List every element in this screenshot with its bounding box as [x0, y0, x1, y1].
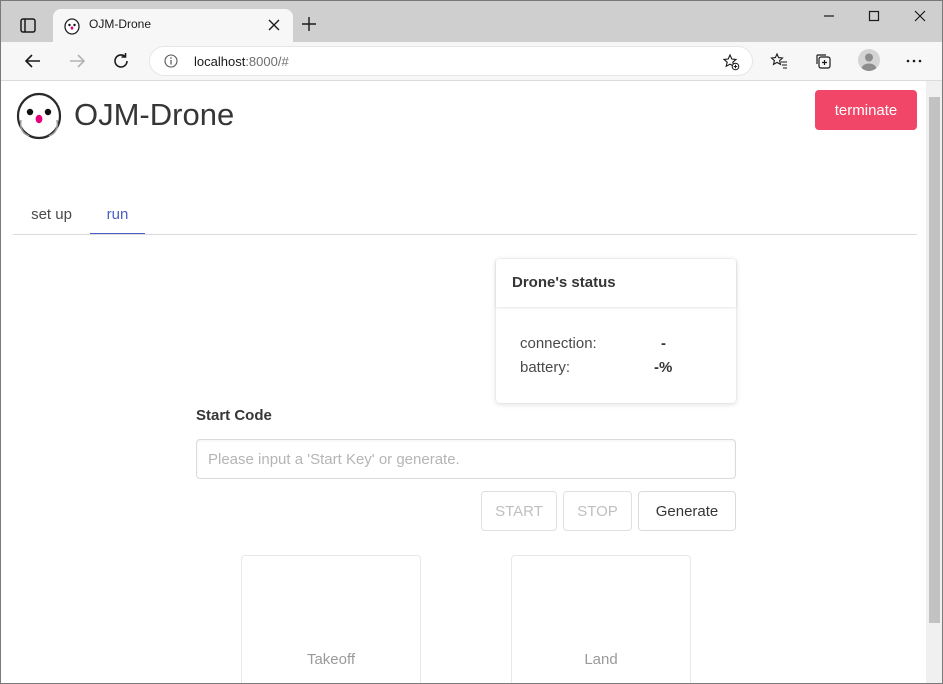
close-tab-icon[interactable] [267, 18, 281, 32]
close-window-icon[interactable] [913, 9, 927, 23]
url-path: :8000/# [245, 54, 289, 69]
profile-avatar-icon[interactable] [858, 49, 880, 71]
battery-value: -% [654, 359, 673, 376]
maximize-icon[interactable] [867, 9, 881, 23]
new-tab-icon[interactable] [301, 16, 317, 32]
browser-window: OJM-Drone localhost:8000/# OJM-Drone ter… [0, 0, 943, 684]
battery-label: battery: [520, 359, 571, 376]
page-viewport: OJM-Drone terminate set up run Drone's s… [1, 81, 926, 683]
connection-value: - [661, 335, 666, 352]
takeoff-button[interactable]: Takeoff [241, 555, 421, 683]
start-code-input[interactable] [196, 439, 736, 479]
start-code-label: Start Code [196, 407, 272, 424]
generate-button[interactable]: Generate [638, 491, 736, 531]
back-arrow-icon[interactable] [24, 52, 42, 70]
address-bar[interactable]: localhost:8000/# [149, 46, 753, 76]
penguin-favicon-icon [63, 17, 81, 35]
more-menu-icon[interactable] [905, 52, 923, 70]
collections-icon[interactable] [814, 52, 832, 70]
tab-bar: set up run [13, 197, 917, 235]
terminate-button[interactable]: terminate [815, 90, 917, 130]
forward-arrow-icon[interactable] [68, 52, 86, 70]
url-text[interactable]: localhost:8000/# [194, 54, 289, 69]
tab-actions-icon[interactable] [15, 13, 41, 39]
tab-title: OJM-Drone [89, 17, 152, 31]
drone-status-card: Drone's status connection: - battery: -% [496, 259, 736, 403]
scrollbar-thumb[interactable] [929, 97, 940, 623]
land-button[interactable]: Land [511, 555, 691, 683]
title-bar: OJM-Drone [1, 1, 942, 42]
page-scrollbar[interactable] [926, 81, 942, 683]
penguin-logo-icon [15, 90, 63, 140]
connection-label: connection: [520, 335, 597, 352]
browser-toolbar: localhost:8000/# [1, 42, 942, 81]
favorites-icon[interactable] [770, 52, 788, 70]
tab-run[interactable]: run [90, 197, 145, 234]
browser-tab[interactable]: OJM-Drone [53, 9, 293, 42]
app-title: OJM-Drone [74, 97, 235, 132]
tab-setup[interactable]: set up [13, 197, 90, 233]
stop-button[interactable]: STOP [563, 491, 632, 531]
url-host: localhost [194, 54, 246, 69]
status-card-title: Drone's status [496, 259, 736, 307]
start-button[interactable]: START [481, 491, 557, 531]
refresh-icon[interactable] [112, 52, 130, 70]
add-favorite-icon[interactable] [722, 53, 740, 71]
minimize-icon[interactable] [822, 9, 836, 23]
site-info-icon[interactable] [164, 54, 178, 68]
